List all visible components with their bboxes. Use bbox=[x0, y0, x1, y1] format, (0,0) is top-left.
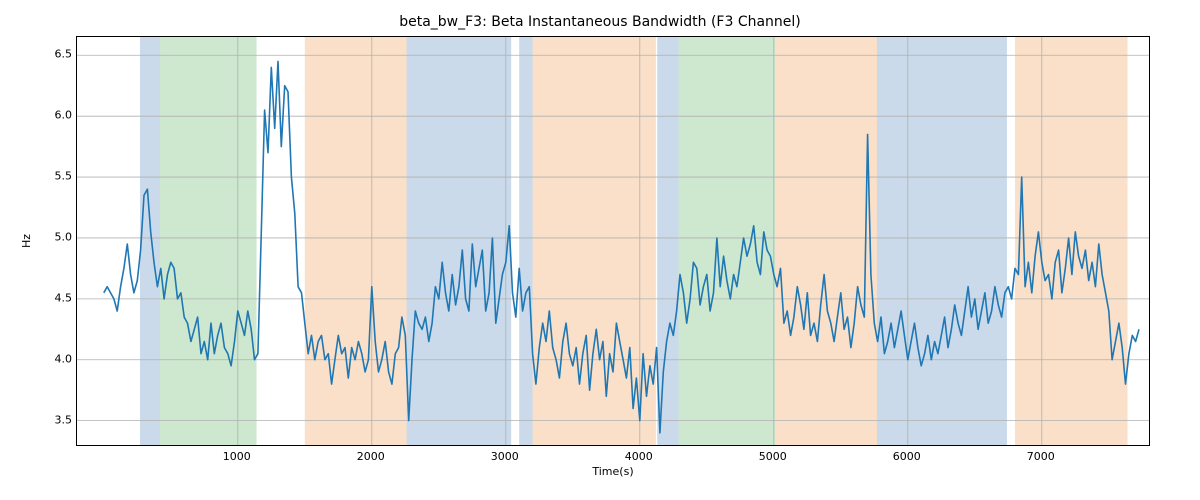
axvspan-band bbox=[775, 37, 877, 445]
y-axis-label: Hz bbox=[20, 36, 34, 446]
chart-title: beta_bw_F3: Beta Instantaneous Bandwidth… bbox=[0, 14, 1200, 30]
y-tick-label: 4.5 bbox=[48, 291, 72, 304]
x-tick-label: 5000 bbox=[759, 450, 787, 463]
x-tick-label: 1000 bbox=[223, 450, 251, 463]
y-tick-label: 6.5 bbox=[48, 48, 72, 61]
axvspan-band bbox=[519, 37, 532, 445]
x-tick-label: 6000 bbox=[893, 450, 921, 463]
y-tick-label: 5.0 bbox=[48, 230, 72, 243]
axvspan-band bbox=[679, 37, 775, 445]
plot-svg bbox=[77, 37, 1149, 445]
x-tick-label: 7000 bbox=[1027, 450, 1055, 463]
x-tick-label: 3000 bbox=[491, 450, 519, 463]
plot-area bbox=[76, 36, 1150, 446]
y-tick-label: 4.0 bbox=[48, 352, 72, 365]
axvspan-band bbox=[657, 37, 678, 445]
y-tick-label: 6.0 bbox=[48, 109, 72, 122]
axvspan-band bbox=[877, 37, 890, 445]
y-tick-label: 3.5 bbox=[48, 413, 72, 426]
axvspan-band bbox=[1015, 37, 1028, 445]
x-axis-label: Time(s) bbox=[76, 465, 1150, 478]
axvspan-band bbox=[1028, 37, 1127, 445]
axvspan-band bbox=[140, 37, 160, 445]
x-tick-label: 4000 bbox=[625, 450, 653, 463]
axvspan-band bbox=[160, 37, 256, 445]
figure: beta_bw_F3: Beta Instantaneous Bandwidth… bbox=[0, 0, 1200, 500]
axvspan-band bbox=[407, 37, 512, 445]
x-tick-label: 2000 bbox=[357, 450, 385, 463]
y-tick-label: 5.5 bbox=[48, 170, 72, 183]
